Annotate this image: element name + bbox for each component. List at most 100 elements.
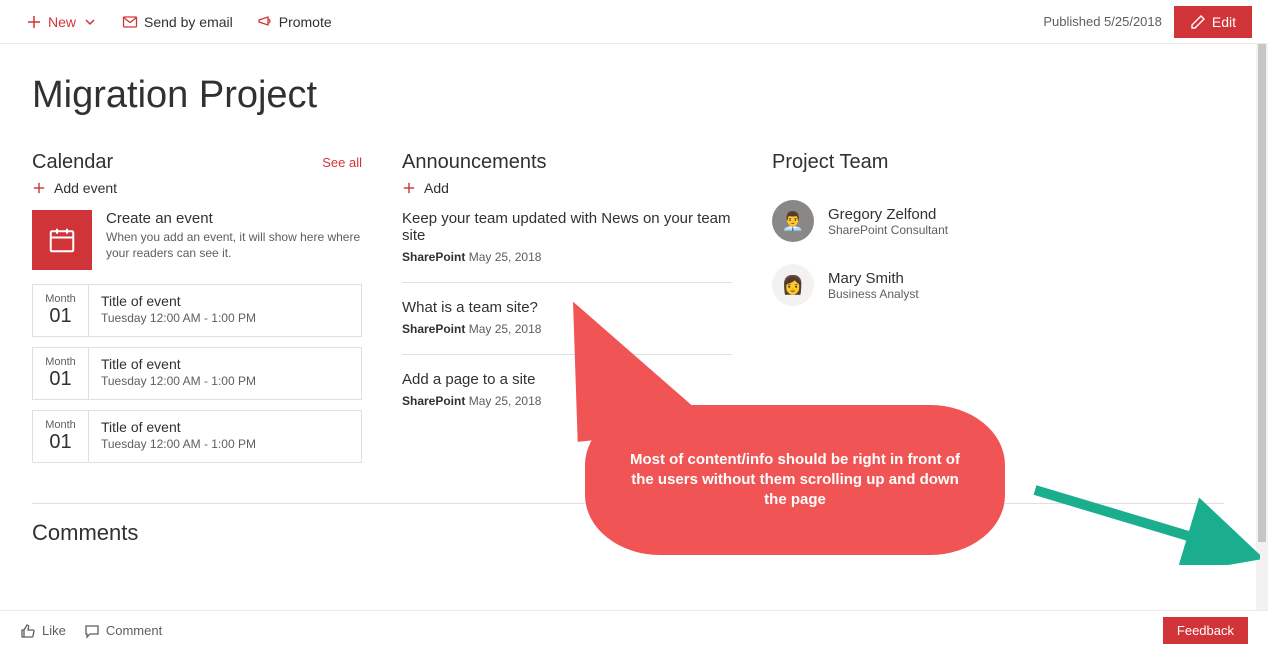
news-item[interactable]: What is a team site? SharePoint May 25, … — [402, 299, 732, 355]
page-body: Migration Project Calendar See all Add e… — [0, 44, 1256, 610]
divider — [32, 503, 1224, 504]
team-member-role: SharePoint Consultant — [828, 223, 948, 237]
event-body: Title of event Tuesday 12:00 AM - 1:00 P… — [89, 411, 268, 462]
event-title: Title of event — [101, 356, 256, 372]
news-item[interactable]: Add a page to a site SharePoint May 25, … — [402, 371, 732, 426]
command-bar-right: Published 5/25/2018 Edit — [1043, 6, 1252, 38]
calendar-section: Calendar See all Add event Create an eve… — [32, 151, 362, 473]
team-heading: Project Team — [772, 151, 888, 174]
calendar-hero-title: Create an event — [106, 210, 362, 227]
chevron-down-icon — [82, 14, 98, 30]
event-month: Month — [37, 419, 84, 431]
calendar-see-all[interactable]: See all — [322, 155, 362, 170]
send-by-email-label: Send by email — [144, 14, 233, 30]
news-meta: SharePoint May 25, 2018 — [402, 394, 732, 408]
new-button[interactable]: New — [16, 8, 108, 36]
scrollbar-thumb[interactable] — [1258, 44, 1266, 542]
scrollbar[interactable] — [1256, 44, 1268, 610]
command-bar-left: New Send by email Promote — [16, 8, 342, 36]
event-time: Tuesday 12:00 AM - 1:00 PM — [101, 311, 256, 325]
avatar-glyph: 👩 — [782, 275, 804, 296]
comment-label: Comment — [106, 623, 162, 638]
team-member[interactable]: 👨‍💼 Gregory Zelfond SharePoint Consultan… — [772, 200, 1224, 242]
team-member-text: Gregory Zelfond SharePoint Consultant — [828, 206, 948, 237]
mail-icon — [122, 14, 138, 30]
event-body: Title of event Tuesday 12:00 AM - 1:00 P… — [89, 285, 268, 336]
calendar-hero-sub: When you add an event, it will show here… — [106, 229, 362, 261]
add-announcement-label: Add — [424, 180, 449, 196]
pencil-icon — [1190, 14, 1206, 30]
thumbs-up-icon — [20, 623, 36, 639]
news-meta: SharePoint May 25, 2018 — [402, 322, 732, 336]
published-date: Published 5/25/2018 — [1043, 14, 1162, 29]
news-title: Add a page to a site — [402, 371, 732, 388]
team-section: Project Team 👨‍💼 Gregory Zelfond SharePo… — [772, 151, 1224, 328]
promote-button[interactable]: Promote — [247, 8, 342, 36]
team-member-role: Business Analyst — [828, 287, 919, 301]
announcements-heading: Announcements — [402, 151, 547, 174]
team-member-text: Mary Smith Business Analyst — [828, 270, 919, 301]
feedback-button[interactable]: Feedback — [1163, 617, 1248, 644]
comment-icon — [84, 623, 100, 639]
news-date: May 25, 2018 — [469, 250, 542, 264]
plus-icon — [402, 181, 416, 195]
news-item[interactable]: Keep your team updated with News on your… — [402, 210, 732, 283]
content-columns: Calendar See all Add event Create an eve… — [32, 151, 1224, 473]
news-source: SharePoint — [402, 394, 465, 408]
page-title: Migration Project — [32, 74, 1224, 117]
bottom-bar-left: Like Comment — [20, 623, 162, 639]
event-day: 01 — [37, 305, 84, 328]
add-event-label: Add event — [54, 180, 117, 196]
edit-button-label: Edit — [1212, 14, 1236, 30]
calendar-header: Calendar See all — [32, 151, 362, 174]
event-time: Tuesday 12:00 AM - 1:00 PM — [101, 374, 256, 388]
event-title: Title of event — [101, 419, 256, 435]
promote-label: Promote — [279, 14, 332, 30]
add-event-button[interactable]: Add event — [32, 180, 117, 196]
event-month: Month — [37, 356, 84, 368]
calendar-hero-icon — [32, 210, 92, 270]
event-time: Tuesday 12:00 AM - 1:00 PM — [101, 437, 256, 451]
news-title: Keep your team updated with News on your… — [402, 210, 732, 244]
comments-heading: Comments — [32, 520, 1224, 546]
event-month: Month — [37, 293, 84, 305]
bottom-bar: Like Comment Feedback — [0, 610, 1268, 650]
megaphone-icon — [257, 14, 273, 30]
event-body: Title of event Tuesday 12:00 AM - 1:00 P… — [89, 348, 268, 399]
news-date: May 25, 2018 — [469, 322, 542, 336]
event-card[interactable]: Month 01 Title of event Tuesday 12:00 AM… — [32, 410, 362, 463]
like-button[interactable]: Like — [20, 623, 66, 639]
event-title: Title of event — [101, 293, 256, 309]
calendar-hero: Create an event When you add an event, i… — [32, 210, 362, 270]
team-member-name: Gregory Zelfond — [828, 206, 948, 223]
plus-icon — [32, 181, 46, 195]
calendar-heading: Calendar — [32, 151, 113, 174]
avatar: 👩 — [772, 264, 814, 306]
event-date: Month 01 — [33, 411, 89, 462]
event-day: 01 — [37, 368, 84, 391]
announcements-header: Announcements — [402, 151, 732, 174]
event-date: Month 01 — [33, 285, 89, 336]
news-source: SharePoint — [402, 322, 465, 336]
send-by-email-button[interactable]: Send by email — [112, 8, 243, 36]
avatar-glyph: 👨‍💼 — [782, 211, 804, 232]
team-member-name: Mary Smith — [828, 270, 919, 287]
event-card[interactable]: Month 01 Title of event Tuesday 12:00 AM… — [32, 347, 362, 400]
like-label: Like — [42, 623, 66, 638]
team-member[interactable]: 👩 Mary Smith Business Analyst — [772, 264, 1224, 306]
announcements-section: Announcements Add Keep your team updated… — [402, 151, 732, 442]
event-card[interactable]: Month 01 Title of event Tuesday 12:00 AM… — [32, 284, 362, 337]
add-announcement-button[interactable]: Add — [402, 180, 449, 196]
event-day: 01 — [37, 431, 84, 454]
edit-button[interactable]: Edit — [1174, 6, 1252, 38]
new-button-label: New — [48, 14, 76, 30]
plus-icon — [26, 14, 42, 30]
comment-button[interactable]: Comment — [84, 623, 162, 639]
news-meta: SharePoint May 25, 2018 — [402, 250, 732, 264]
news-title: What is a team site? — [402, 299, 732, 316]
command-bar: New Send by email Promote Published 5/25… — [0, 0, 1268, 44]
event-date: Month 01 — [33, 348, 89, 399]
calendar-icon — [47, 225, 77, 255]
calendar-hero-text: Create an event When you add an event, i… — [106, 210, 362, 270]
team-header: Project Team — [772, 151, 1224, 174]
